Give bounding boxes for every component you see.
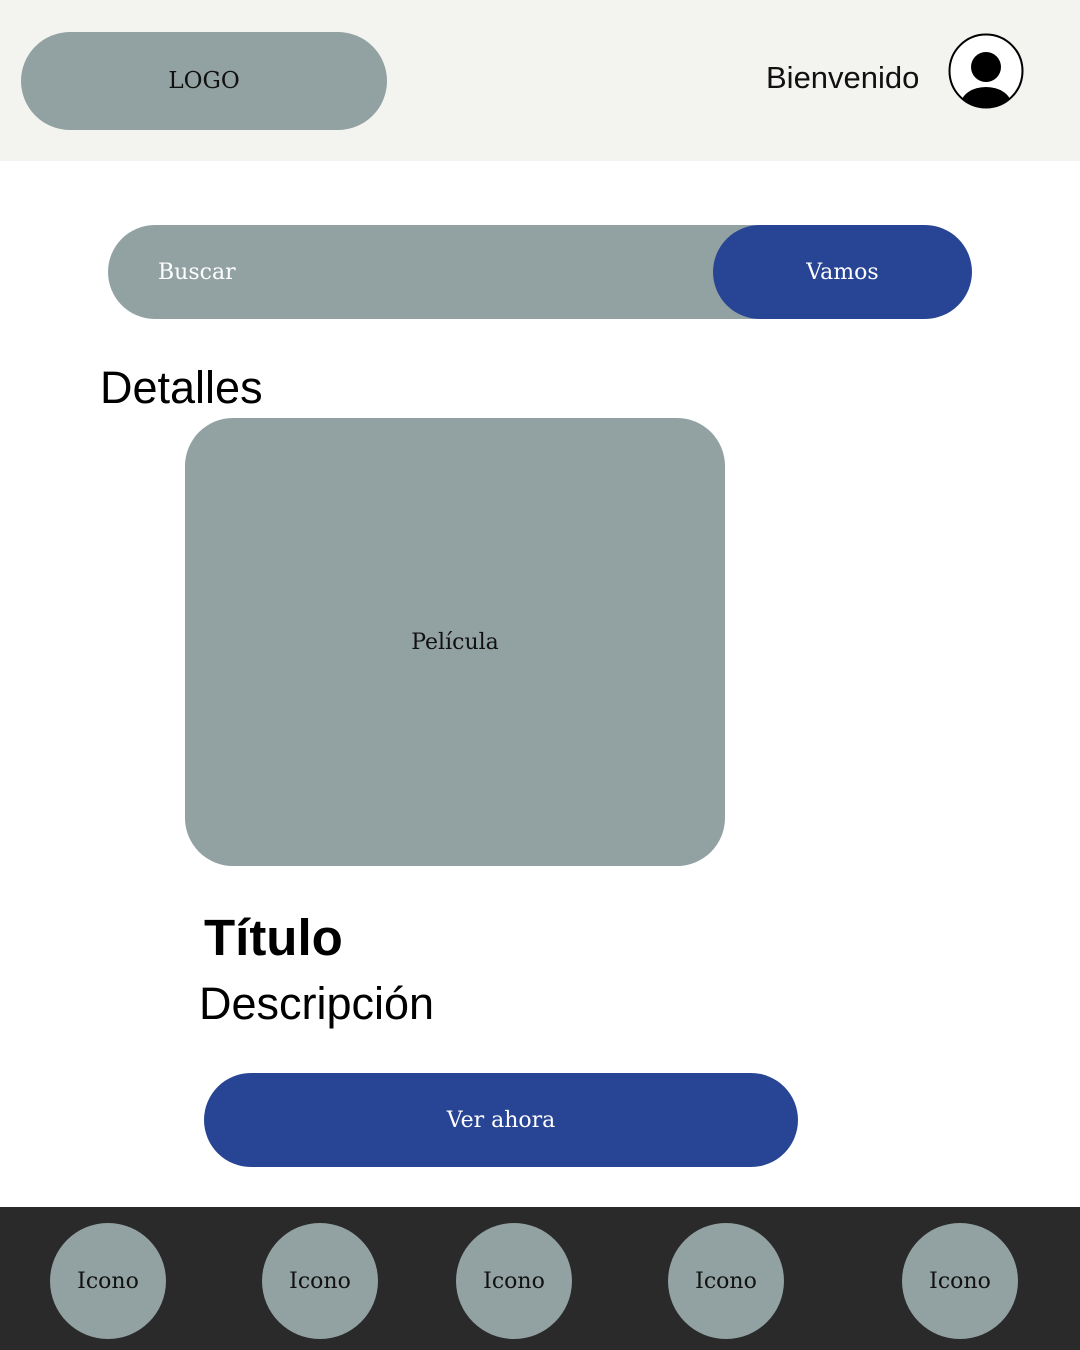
- bottom-nav: Icono Icono Icono Icono Icono: [0, 1207, 1080, 1350]
- nav-icon-5[interactable]: Icono: [902, 1223, 1018, 1339]
- movie-poster[interactable]: Película: [185, 418, 725, 866]
- movie-title: Título: [204, 909, 343, 966]
- search-bar: Vamos: [108, 225, 972, 319]
- user-avatar-icon[interactable]: [948, 32, 1024, 110]
- nav-icon-2[interactable]: Icono: [262, 1223, 378, 1339]
- nav-icon-3[interactable]: Icono: [456, 1223, 572, 1339]
- logo[interactable]: LOGO: [21, 32, 387, 130]
- welcome-text: Bienvenido: [766, 60, 920, 95]
- nav-icon-1[interactable]: Icono: [50, 1223, 166, 1339]
- movie-description: Descripción: [199, 978, 435, 1029]
- search-input[interactable]: [108, 225, 728, 319]
- watch-now-button[interactable]: Ver ahora: [204, 1073, 798, 1167]
- header: LOGO Bienvenido: [0, 0, 1080, 161]
- poster-label: Película: [411, 629, 499, 655]
- section-title: Detalles: [100, 362, 263, 413]
- nav-icon-4[interactable]: Icono: [668, 1223, 784, 1339]
- search-button[interactable]: Vamos: [713, 225, 972, 319]
